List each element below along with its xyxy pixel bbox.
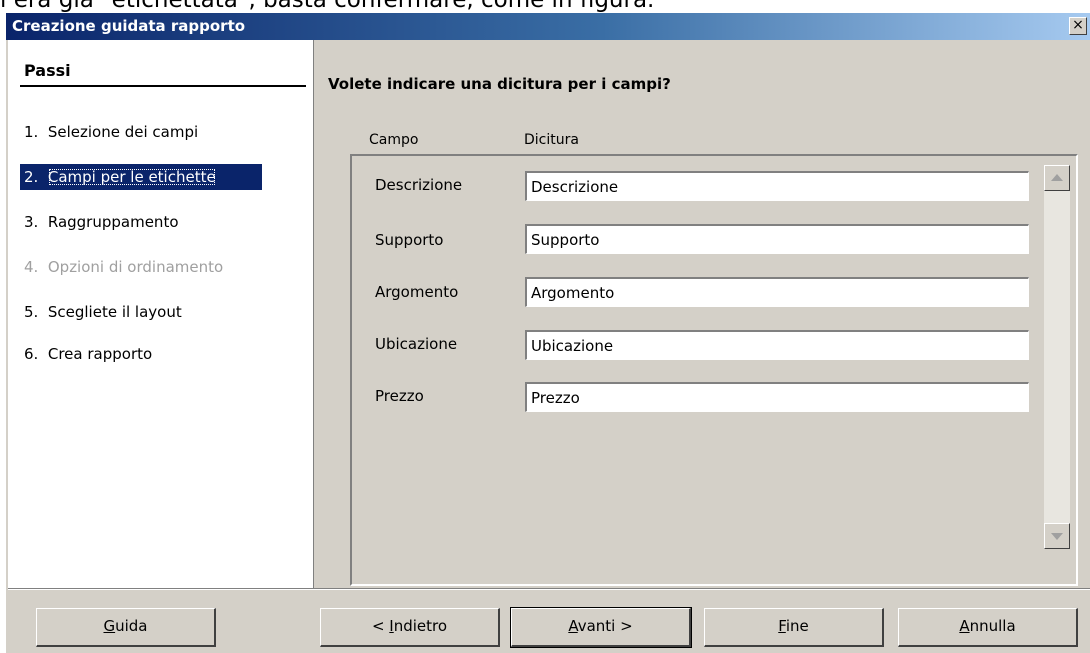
step-label: Raggruppamento (47, 213, 179, 231)
caption-input-argomento[interactable]: Argomento (525, 277, 1029, 307)
caption-input-prezzo[interactable]: Prezzo (525, 382, 1029, 412)
step-item-1[interactable]: 1. Selezione dei campi (20, 119, 262, 145)
dialog-title: Creazione guidata rapporto (12, 17, 246, 35)
back-button[interactable]: < Indietro (320, 608, 500, 647)
field-name-label: Argomento (375, 283, 459, 301)
step-label: Crea rapporto (47, 345, 153, 363)
step-number: 3. (24, 213, 39, 231)
step-label: Scegliete il layout (47, 303, 182, 321)
arrow-up-icon (1051, 174, 1063, 181)
step-item-2[interactable]: 2. Campi per le etichette (20, 164, 262, 190)
step-number: 4. (24, 258, 39, 276)
column-header-field: Campo (369, 132, 419, 148)
field-name-label: Ubicazione (375, 335, 458, 353)
field-caption-list (350, 154, 1078, 586)
field-name-label: Prezzo (375, 387, 424, 405)
field-name-label: Descrizione (375, 176, 463, 194)
step-label: Campi per le etichette (47, 168, 216, 186)
caption-input-descrizione[interactable]: Descrizione (525, 171, 1029, 201)
page-caption: i era già "etichettata", basta confermar… (0, 0, 655, 13)
report-wizard-dialog: Creazione guidata rapporto × Passi 1. Se… (6, 13, 1090, 653)
cancel-button[interactable]: Annulla (898, 608, 1078, 647)
column-header-caption: Dicitura (524, 132, 579, 148)
step-number: 2. (24, 168, 39, 186)
help-button[interactable]: Guida (36, 608, 216, 647)
step-question: Volete indicare una dicitura per i campi… (328, 75, 671, 93)
step-number: 6. (24, 345, 39, 363)
close-button[interactable]: × (1069, 17, 1087, 35)
step-item-6[interactable]: 6. Crea rapporto (20, 341, 262, 367)
title-bar: Creazione guidata rapporto × (6, 13, 1090, 40)
steps-divider (20, 85, 306, 87)
arrow-down-icon (1051, 533, 1063, 540)
step-item-3[interactable]: 3. Raggruppamento (20, 209, 262, 235)
step-item-4: 4. Opzioni di ordinamento (20, 254, 262, 280)
close-icon: × (1072, 17, 1084, 33)
next-button[interactable]: Avanti > (510, 607, 692, 648)
caption-input-supporto[interactable]: Supporto (525, 224, 1029, 254)
finish-button[interactable]: Fine (704, 608, 884, 647)
scroll-up-button[interactable] (1044, 165, 1070, 191)
step-label: Selezione dei campi (47, 123, 199, 141)
step-item-5[interactable]: 5. Scegliete il layout (20, 299, 262, 325)
vertical-scrollbar[interactable] (1044, 165, 1070, 549)
step-number: 1. (24, 123, 39, 141)
field-name-label: Supporto (375, 231, 444, 249)
footer-separator-highlight (8, 589, 1090, 590)
steps-heading: Passi (24, 61, 71, 80)
step-number: 5. (24, 303, 39, 321)
caption-input-ubicazione[interactable]: Ubicazione (525, 330, 1029, 360)
scroll-down-button[interactable] (1044, 523, 1070, 549)
step-label: Opzioni di ordinamento (47, 258, 224, 276)
